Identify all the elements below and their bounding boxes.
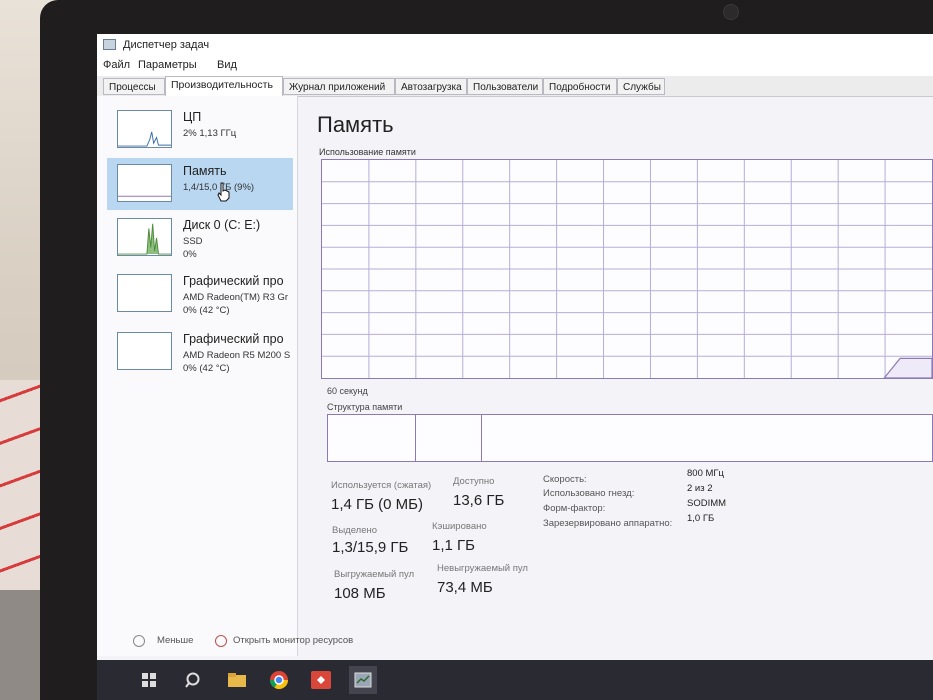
- menu-options[interactable]: Параметры: [138, 59, 197, 71]
- spec-reserved-value: 1,0 ГБ: [687, 513, 715, 524]
- sidebar-item-gpu-1[interactable]: Графический про AMD Radeon R5 M200 S 0% …: [107, 326, 293, 378]
- stat-in-use-label: Используется (сжатая): [331, 480, 432, 491]
- window-title: Диспетчер задач: [123, 39, 210, 51]
- sidebar-item-memory[interactable]: Память 1,4/15,0 ГБ (9%): [107, 158, 293, 210]
- stat-in-use-value: 1,4 ГБ (0 МБ): [331, 496, 423, 513]
- task-manager-icon: [103, 39, 116, 50]
- sidebar-item-disk[interactable]: Диск 0 (C: E:) SSD 0%: [107, 212, 293, 264]
- spec-slots-label: Использовано гнезд:: [543, 488, 635, 499]
- spec-form-factor-label: Форм-фактор:: [543, 503, 606, 514]
- gpu-thumbnail-graph: [117, 332, 172, 370]
- structure-modified: [416, 415, 482, 461]
- stat-paged-pool-value: 108 МБ: [334, 585, 386, 602]
- tab-details[interactable]: Подробности: [543, 78, 617, 95]
- memory-usage-graph: [321, 159, 933, 379]
- folder-icon: [228, 673, 246, 687]
- tab-services[interactable]: Службы: [617, 78, 665, 95]
- sidebar-item-detail: SSD: [183, 236, 203, 247]
- usage-graph-label: Использование памяти: [319, 147, 416, 157]
- footer-bar: Меньше Открыть монитор ресурсов: [97, 630, 933, 654]
- time-span-label: 60 секунд: [327, 386, 368, 396]
- page-title: Память: [317, 112, 394, 137]
- spec-slots-value: 2 из 2: [687, 483, 713, 494]
- menu-file[interactable]: Файл: [103, 59, 130, 71]
- task-manager-icon: [354, 672, 372, 688]
- stat-paged-pool-label: Выгружаемый пул: [334, 569, 415, 580]
- windows-logo-icon: [142, 673, 156, 687]
- gpu-thumbnail-graph: [117, 274, 172, 312]
- sidebar-item-cpu[interactable]: ЦП 2% 1,13 ГГц: [107, 104, 293, 156]
- memory-structure-bar: [327, 414, 933, 462]
- tab-app-history[interactable]: Журнал приложений: [283, 78, 395, 95]
- start-button[interactable]: [135, 666, 163, 694]
- file-explorer-button[interactable]: [223, 666, 251, 694]
- webcam: [723, 4, 739, 20]
- structure-label: Структура памяти: [327, 402, 403, 412]
- memory-thumbnail-graph: [117, 164, 172, 202]
- sidebar-item-gpu-0[interactable]: Графический про AMD Radeon(TM) R3 Gr 0% …: [107, 268, 293, 320]
- disk-thumbnail-graph: [117, 218, 172, 256]
- stat-nonpaged-pool-label: Невыгружаемый пул: [437, 563, 528, 574]
- sidebar-item-label: ЦП: [183, 110, 202, 124]
- stat-nonpaged-pool-value: 73,4 МБ: [437, 579, 493, 596]
- taskbar: [97, 660, 933, 700]
- sidebar-item-detail: AMD Radeon R5 M200 S: [183, 350, 291, 361]
- search-icon: [185, 672, 200, 688]
- tab-performance[interactable]: Производительность: [165, 76, 283, 96]
- stat-committed-value: 1,3/15,9 ГБ: [332, 539, 409, 556]
- sidebar-item-usage: 0% (42 °C): [183, 363, 230, 374]
- hand-cursor-icon: [217, 182, 230, 202]
- fewer-details-link[interactable]: Меньше: [157, 635, 193, 646]
- app-icon: [311, 671, 331, 689]
- tab-processes[interactable]: Процессы: [103, 78, 165, 95]
- tab-strip: Процессы Производительность Журнал прило…: [97, 76, 933, 97]
- spec-speed-label: Скорость:: [543, 474, 587, 485]
- stat-cached-value: 1,1 ГБ: [432, 537, 475, 554]
- stat-available-label: Доступно: [453, 476, 495, 487]
- sidebar-divider: [297, 96, 298, 656]
- chevron-up-icon[interactable]: [133, 635, 145, 647]
- app-button[interactable]: [307, 666, 335, 694]
- sidebar-item-label: Графический про: [183, 274, 284, 288]
- sidebar-item-label: Диск 0 (C: E:): [183, 218, 261, 232]
- stat-committed-label: Выделено: [332, 525, 378, 536]
- laptop-screen: Диспетчер задач Файл Параметры Вид Проце…: [97, 34, 933, 700]
- stat-available-value: 13,6 ГБ: [453, 492, 505, 509]
- sidebar-item-label: Память: [183, 164, 227, 178]
- sidebar-item-usage: 0% (42 °C): [183, 305, 230, 316]
- open-resource-monitor-link[interactable]: Открыть монитор ресурсов: [233, 635, 353, 646]
- tab-users[interactable]: Пользователи: [467, 78, 543, 95]
- sidebar-item-usage: 0%: [183, 249, 197, 260]
- menu-view[interactable]: Вид: [217, 59, 237, 71]
- search-button[interactable]: [179, 666, 207, 694]
- chrome-button[interactable]: [265, 666, 293, 694]
- chrome-icon: [270, 671, 288, 690]
- structure-in-use: [328, 415, 416, 461]
- spec-form-factor-value: SODIMM: [687, 498, 727, 509]
- sidebar-item-detail: AMD Radeon(TM) R3 Gr: [183, 292, 289, 303]
- stat-cached-label: Кэшировано: [432, 521, 487, 532]
- sidebar-item-label: Графический про: [183, 332, 284, 346]
- cpu-thumbnail-graph: [117, 110, 172, 148]
- title-bar: Диспетчер задач: [97, 34, 933, 56]
- sidebar-item-detail: 2% 1,13 ГГц: [183, 128, 237, 139]
- spec-reserved-label: Зарезервировано аппаратно:: [543, 518, 673, 529]
- tab-startup[interactable]: Автозагрузка: [395, 78, 467, 95]
- menu-bar: Файл Параметры Вид: [97, 56, 933, 76]
- performance-sidebar: ЦП 2% 1,13 ГГц Память 1,4/15,0 ГБ (9%) Д…: [97, 96, 297, 656]
- resource-monitor-icon[interactable]: [215, 635, 227, 647]
- memory-usage-area: [883, 357, 932, 378]
- spec-speed-value: 800 МГц: [687, 468, 724, 479]
- task-manager-taskbar-button[interactable]: [349, 666, 377, 694]
